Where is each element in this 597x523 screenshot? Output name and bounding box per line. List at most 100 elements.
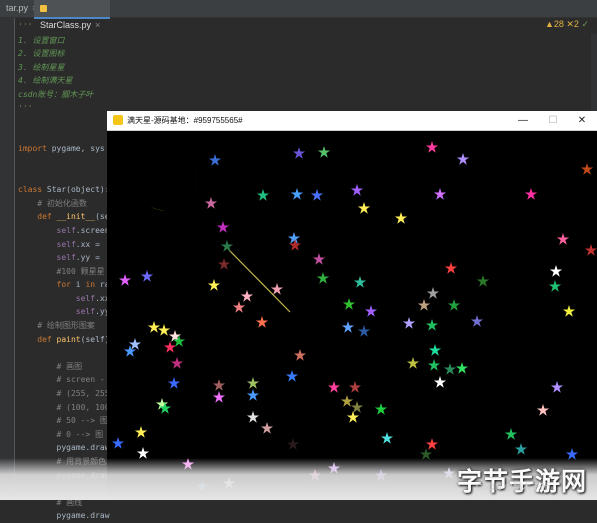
star	[213, 391, 226, 404]
star	[342, 321, 355, 334]
star	[427, 287, 440, 300]
star	[537, 404, 550, 417]
code-line[interactable]: 3. 绘制星星	[18, 61, 124, 75]
star	[349, 381, 362, 394]
minimize-button[interactable]: —	[509, 111, 537, 130]
code-line[interactable]: 2. 设置图标	[18, 47, 124, 61]
star	[205, 197, 218, 210]
star	[168, 377, 181, 390]
star	[247, 411, 260, 424]
star	[585, 244, 597, 257]
code-token: #100 颗星星	[18, 267, 105, 276]
star	[328, 381, 341, 394]
code-token: Star(object):	[47, 185, 110, 194]
pygame-app-icon	[113, 115, 123, 125]
game-canvas[interactable]	[107, 131, 597, 500]
star	[418, 299, 431, 312]
star	[557, 233, 570, 246]
window-titlebar[interactable]: 满天星-源码基地：#959755565# — ☐ ✕	[107, 111, 597, 131]
star	[448, 299, 461, 312]
star	[375, 403, 388, 416]
star	[173, 335, 186, 348]
code-token: pygame.draw	[18, 511, 110, 520]
python-file-icon	[40, 5, 47, 12]
star	[403, 317, 416, 330]
star	[407, 357, 420, 370]
star	[293, 147, 306, 160]
inspection-widget[interactable]: ▲28 ✕2 ✓	[545, 19, 589, 30]
tab-label: tar.py	[6, 3, 28, 13]
code-token: paint	[57, 335, 81, 344]
code-token: # screen -	[18, 375, 105, 384]
star	[457, 153, 470, 166]
code-token: 1. 设置窗口	[18, 36, 64, 45]
code-token	[18, 294, 76, 303]
star	[257, 189, 270, 202]
star	[294, 349, 307, 362]
code-token: self	[57, 240, 76, 249]
code-token: __init__	[57, 212, 96, 221]
code-line[interactable]: pygame.draw	[18, 509, 124, 523]
star	[456, 362, 469, 375]
star	[218, 258, 231, 271]
star	[551, 381, 564, 394]
star	[434, 188, 447, 201]
star	[286, 370, 299, 383]
star	[208, 279, 221, 292]
csdn-credit: CSDN @胭木子叶	[476, 480, 549, 493]
code-token: .screen	[76, 226, 110, 235]
code-token: # 0 --> 图	[18, 430, 103, 439]
star	[426, 319, 439, 332]
star	[112, 437, 125, 450]
code-token: # 画图	[18, 362, 82, 371]
code-token: i	[76, 280, 86, 289]
window-title: 满天星-源码基地：#959755565#	[127, 111, 243, 130]
code-token: 2. 设置图标	[18, 49, 64, 58]
code-token: in	[85, 280, 99, 289]
code-token: '''	[18, 22, 32, 31]
code-line[interactable]: '''	[18, 20, 124, 34]
pygame-window[interactable]: 满天星-源码基地：#959755565# — ☐ ✕	[107, 111, 597, 500]
star	[241, 290, 254, 303]
code-token: self	[57, 253, 76, 262]
code-line[interactable]: 1. 设置窗口	[18, 34, 124, 48]
star	[505, 428, 518, 441]
star	[358, 325, 371, 338]
star	[351, 184, 364, 197]
maximize-button[interactable]: ☐	[539, 111, 567, 130]
editor-tab-bar: tar.py× StarClass.py×	[0, 0, 597, 18]
code-line[interactable]: 4. 绘制满天星	[18, 74, 124, 88]
star	[217, 221, 230, 234]
code-line[interactable]: csdn账号：胭木子叶	[18, 88, 124, 102]
code-token: # (255, 255	[18, 389, 110, 398]
star	[313, 253, 326, 266]
star	[135, 426, 148, 439]
tab-star-py[interactable]: tar.py×	[0, 0, 36, 17]
code-token: import	[18, 144, 52, 153]
star	[354, 276, 367, 289]
star	[550, 265, 563, 278]
code-token	[18, 253, 57, 262]
code-token: self	[76, 307, 95, 316]
star	[209, 154, 222, 167]
star	[395, 212, 408, 225]
code-token: def	[18, 335, 57, 344]
close-button[interactable]: ✕	[568, 111, 596, 130]
code-token: # (100, 100	[18, 403, 110, 412]
code-token: .xx =	[76, 240, 105, 249]
star	[429, 344, 442, 357]
star	[261, 422, 274, 435]
star	[563, 305, 576, 318]
code-token: (self)	[81, 335, 110, 344]
star	[311, 189, 324, 202]
weak-warning-count: ✕2	[566, 19, 579, 29]
star	[317, 272, 330, 285]
star	[365, 305, 378, 318]
tab-starclass-py[interactable]: StarClass.py×	[34, 0, 110, 19]
star	[141, 270, 154, 283]
code-token: for	[18, 280, 76, 289]
line-gutter	[0, 18, 15, 500]
code-token	[18, 240, 57, 249]
star	[247, 389, 260, 402]
code-token: 4. 绘制满天星	[18, 76, 72, 85]
